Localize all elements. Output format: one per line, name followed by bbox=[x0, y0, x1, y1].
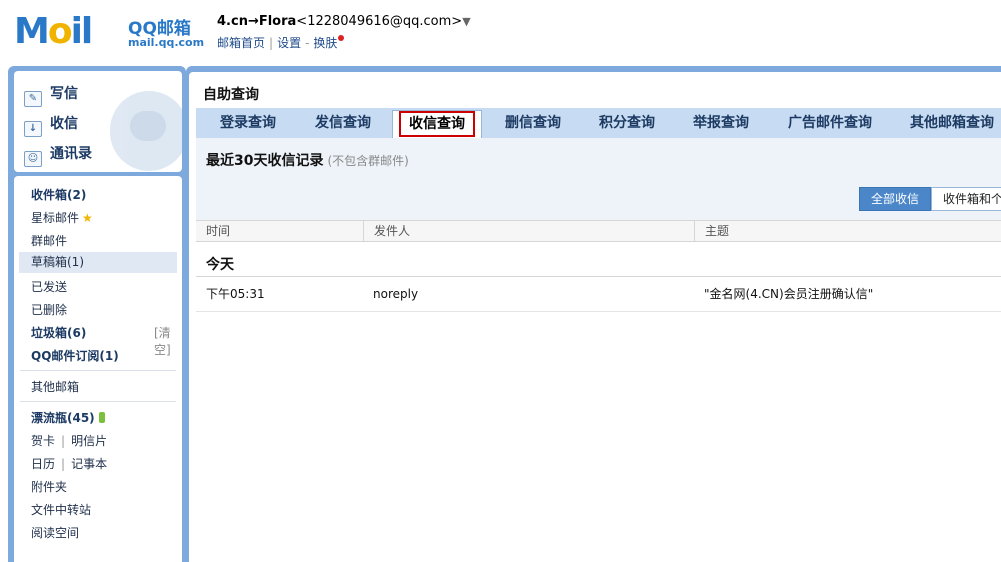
sidebar-item-calendar[interactable]: 日历 bbox=[31, 457, 55, 471]
sidebar-divider bbox=[20, 370, 176, 371]
logo-brand-domain: mail.qq.com bbox=[128, 36, 205, 49]
sidebar-item-reading-space[interactable]: 阅读空间 bbox=[31, 524, 79, 541]
column-time[interactable]: 时间 bbox=[196, 221, 363, 241]
compose-button[interactable]: ✎ 写信 bbox=[24, 83, 78, 107]
new-indicator-dot bbox=[338, 35, 345, 41]
row-time: 下午05:31 bbox=[206, 287, 265, 301]
tab-report-query[interactable]: 举报查询 bbox=[693, 108, 749, 138]
tab-receive-query[interactable]: 收信查询 bbox=[392, 110, 482, 138]
penguin-watermark-icon bbox=[110, 91, 182, 171]
sidebar-item-starred[interactable]: 星标邮件 ★ bbox=[31, 209, 93, 226]
column-sender[interactable]: 发件人 bbox=[363, 221, 694, 241]
account-info: 4.cn→Flora<1228049616@qq.com>▼ bbox=[217, 14, 471, 29]
tab-points-query[interactable]: 积分查询 bbox=[599, 108, 655, 138]
page-title: 自助查询 bbox=[203, 87, 259, 103]
section-title: 最近30天收信记录 (不包含群邮件) bbox=[206, 150, 409, 170]
top-header: Moil QQ邮箱 mail.qq.com 4.cn→Flora<1228049… bbox=[0, 0, 1001, 66]
sidebar-item-greeting-card[interactable]: 贺卡 bbox=[31, 434, 55, 448]
sidebar-item-notebook[interactable]: 记事本 bbox=[71, 457, 107, 471]
sidebar-item-file-transfer[interactable]: 文件中转站 bbox=[31, 501, 91, 518]
account-email: <1228049616@qq.com> bbox=[296, 14, 463, 29]
sidebar-item-subscriptions[interactable]: QQ邮件订阅(1) bbox=[31, 347, 119, 364]
pipe-separator: | bbox=[61, 457, 66, 471]
table-row[interactable]: 下午05:31 noreply "金名网(4.CN)会员注册确认信" bbox=[196, 277, 1001, 312]
tab-ad-mail-query[interactable]: 广告邮件查询 bbox=[788, 108, 872, 138]
main-frame: 自助查询 登录查询 发信查询 收信查询 删信查询 积分查询 举报查询 广告邮件查… bbox=[186, 66, 1001, 562]
account-name: 4.cn→Flora bbox=[217, 14, 297, 29]
contacts-icon: ☺ bbox=[24, 151, 42, 167]
filter-all-received[interactable]: 全部收信 bbox=[859, 187, 932, 211]
sidebar-divider bbox=[20, 401, 176, 402]
pipe-separator: | bbox=[61, 434, 66, 448]
filter-inbox-and-others[interactable]: 收件箱和个 bbox=[931, 187, 1001, 211]
receive-mail-label: 收信 bbox=[50, 116, 78, 132]
row-subject[interactable]: "金名网(4.CN)会员注册确认信" bbox=[704, 277, 873, 312]
sidebar-item-drafts[interactable]: 草稿箱(1) bbox=[19, 252, 177, 273]
inbox-download-icon: ↓ bbox=[24, 121, 42, 137]
tab-send-query[interactable]: 发信查询 bbox=[315, 108, 371, 138]
compose-icon: ✎ bbox=[24, 91, 42, 107]
records-header: 最近30天收信记录 (不包含群邮件) 全部收信 收件箱和个 bbox=[196, 138, 1001, 220]
sidebar-item-other-mailbox[interactable]: 其他邮箱 bbox=[31, 378, 79, 395]
sidebar-item-deleted[interactable]: 已删除 bbox=[31, 301, 67, 318]
column-subject[interactable]: 主题 bbox=[694, 221, 1001, 241]
qq-mail-logo[interactable]: Moil QQ邮箱 mail.qq.com bbox=[14, 12, 204, 54]
tab-receive-query-label: 收信查询 bbox=[399, 111, 475, 137]
query-tab-bar: 登录查询 发信查询 收信查询 删信查询 积分查询 举报查询 广告邮件查询 其他邮… bbox=[196, 108, 1001, 138]
contacts-label: 通讯录 bbox=[50, 146, 92, 162]
link-separator: | bbox=[269, 36, 274, 50]
header-links: 邮箱首页 | 设置 - 换肤 bbox=[217, 34, 345, 51]
link-change-skin[interactable]: 换肤 bbox=[313, 36, 337, 50]
sidebar: ✎ 写信 ↓ 收信 ☺ 通讯录 收件箱(2) 星标邮件 ★ 群邮件 草稿箱(1) 已发送… bbox=[8, 66, 186, 562]
section-title-text: 最近30天收信记录 bbox=[206, 153, 324, 169]
spam-clear-link[interactable]: [清空] bbox=[154, 324, 182, 358]
sidebar-item-drift-bottle[interactable]: 漂流瓶(45) bbox=[31, 409, 105, 426]
link-settings[interactable]: 设置 bbox=[277, 36, 301, 50]
tab-login-query[interactable]: 登录查询 bbox=[220, 108, 276, 138]
link-separator: - bbox=[305, 36, 310, 50]
quick-actions-panel: ✎ 写信 ↓ 收信 ☺ 通讯录 bbox=[14, 71, 182, 172]
sidebar-item-sent[interactable]: 已发送 bbox=[31, 278, 67, 295]
sidebar-item-tools: 日历 | 记事本 bbox=[31, 455, 107, 472]
tab-other-mailbox-query[interactable]: 其他邮箱查询 bbox=[910, 108, 994, 138]
main-panel: 自助查询 登录查询 发信查询 收信查询 删信查询 积分查询 举报查询 广告邮件查… bbox=[189, 72, 1001, 562]
sidebar-item-spam[interactable]: 垃圾箱(6) bbox=[31, 324, 86, 341]
table-header: 时间 发件人 主题 bbox=[196, 220, 1001, 242]
link-mailbox-home[interactable]: 邮箱首页 bbox=[217, 36, 265, 50]
account-menu-caret-icon[interactable]: ▼ bbox=[462, 15, 470, 28]
receive-mail-button[interactable]: ↓ 收信 bbox=[24, 113, 78, 137]
row-sender: noreply bbox=[373, 287, 419, 301]
sidebar-item-inbox[interactable]: 收件箱(2) bbox=[31, 186, 86, 203]
compose-label: 写信 bbox=[50, 86, 78, 102]
star-icon: ★ bbox=[82, 211, 93, 225]
sidebar-item-attachments[interactable]: 附件夹 bbox=[31, 478, 67, 495]
sidebar-item-postcard[interactable]: 明信片 bbox=[71, 434, 107, 448]
contacts-button[interactable]: ☺ 通讯录 bbox=[24, 143, 92, 167]
group-label-today: 今天 bbox=[206, 257, 234, 273]
sidebar-item-group-mail[interactable]: 群邮件 bbox=[31, 232, 67, 249]
sidebar-item-cards: 贺卡 | 明信片 bbox=[31, 432, 107, 449]
receive-filter-group: 全部收信 收件箱和个 bbox=[859, 187, 1001, 211]
folder-list: 收件箱(2) 星标邮件 ★ 群邮件 草稿箱(1) 已发送 已删除 垃圾箱(6) [… bbox=[14, 176, 182, 562]
bottle-icon bbox=[98, 412, 105, 423]
tab-delete-query[interactable]: 删信查询 bbox=[505, 108, 561, 138]
section-note: (不包含群邮件) bbox=[327, 154, 409, 168]
logo-mail-word: Moil bbox=[14, 11, 93, 52]
drift-bottle-label: 漂流瓶(45) bbox=[31, 411, 95, 425]
starred-label: 星标邮件 bbox=[31, 211, 80, 225]
